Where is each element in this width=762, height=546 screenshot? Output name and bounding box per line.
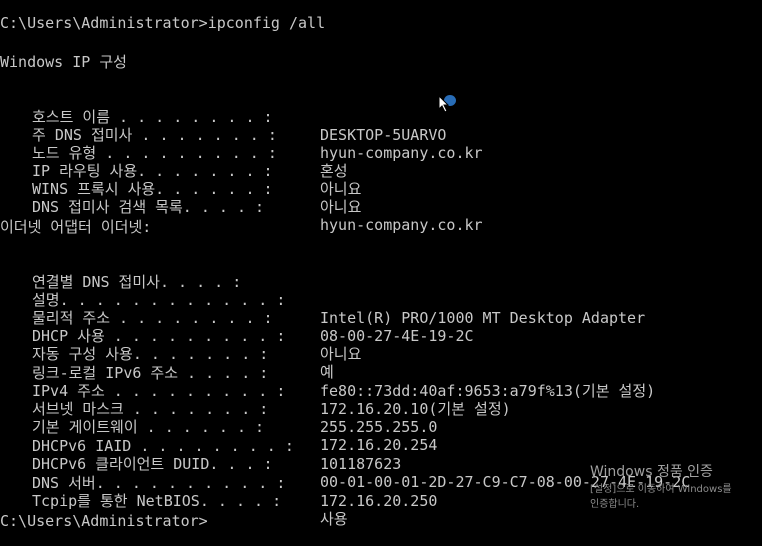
row-value: 사용 (320, 510, 348, 528)
row-physical-address: 물리적 주소 . . . . . . . . : 08-00-27-4E-19-… (0, 291, 762, 345)
console-window[interactable]: C:\Users\Administrator>ipconfig /all Win… (0, 0, 762, 530)
row-value: 172.16.20.250 (320, 492, 438, 510)
row-label: DNS 접미사 검색 목록. . . . : (32, 198, 265, 216)
command-prompt-line: C:\Users\Administrator>ipconfig /all (0, 14, 326, 32)
row-dhcp-enabled: DHCP 사용 . . . . . . . . . : 아니요 (0, 309, 762, 363)
activation-title: Windows 정품 인증 (590, 464, 713, 480)
row-value: 아니요 (320, 198, 362, 216)
row-hostname: 호스트 이름 . . . . . . . . : DESKTOP-5UARVO (0, 90, 762, 144)
row-value: hyun-company.co.kr (320, 216, 483, 234)
row-dhcpv6-iaid: DHCPv6 IAID . . . . . . . . : 101187623 (0, 419, 762, 473)
activation-body-line1: [설정]으로 이동하여 Windows를 (590, 484, 732, 495)
row-link-local-ipv6: 링크-로컬 IPv6 주소 . . . . : fe80::73dd:40af:… (0, 346, 762, 400)
row-autoconfig-enabled: 자동 구성 사용. . . . . . . : 예 (0, 327, 762, 381)
row-default-gateway: 기본 게이트웨이 . . . . . . : 172.16.20.254 (0, 400, 762, 454)
mouse-pointer-icon (438, 95, 450, 113)
row-connection-dns-suffix: 연결별 DNS 접미사. . . . : (0, 255, 762, 291)
command-prompt-line-current[interactable]: C:\Users\Administrator> (0, 512, 208, 530)
row-subnet-mask: 서브넷 마스크 . . . . . . . : 255.255.255.0 (0, 382, 762, 436)
row-dhcpv6-client-duid: DHCPv6 클라이언트 DUID. . . : 00-01-00-01-2D-… (0, 437, 762, 491)
row-description: 설명. . . . . . . . . . . . : Intel(R) PRO… (0, 273, 762, 327)
activation-body-line2: 인증합니다. (590, 499, 640, 510)
row-label: Tcpip를 통한 NetBIOS. . . . : (32, 492, 282, 510)
section-title-windows-ip: Windows IP 구성 (0, 53, 127, 71)
section-title-ethernet-adapter: 이더넷 어댑터 이더넷: (0, 218, 152, 236)
row-primary-dns-suffix: 주 DNS 접미사 . . . . . . . : hyun-company.c… (0, 108, 762, 162)
row-ipv4-address: IPv4 주소 . . . . . . . . . : 172.16.20.10… (0, 364, 762, 418)
windows-activation-watermark: Windows 정품 인증 [설정]으로 이동하여 Windows를 인증합니다… (590, 462, 762, 512)
row-node-type: 노드 유형 . . . . . . . . . : 혼성 (0, 126, 762, 180)
row-dns-suffix-search-list: DNS 접미사 검색 목록. . . . : hyun-company.co.k… (0, 180, 762, 234)
row-ip-routing: IP 라우팅 사용. . . . . . . : 아니요 (0, 144, 762, 198)
row-wins-proxy: WINS 프록시 사용. . . . . . : 아니요 (0, 162, 762, 216)
